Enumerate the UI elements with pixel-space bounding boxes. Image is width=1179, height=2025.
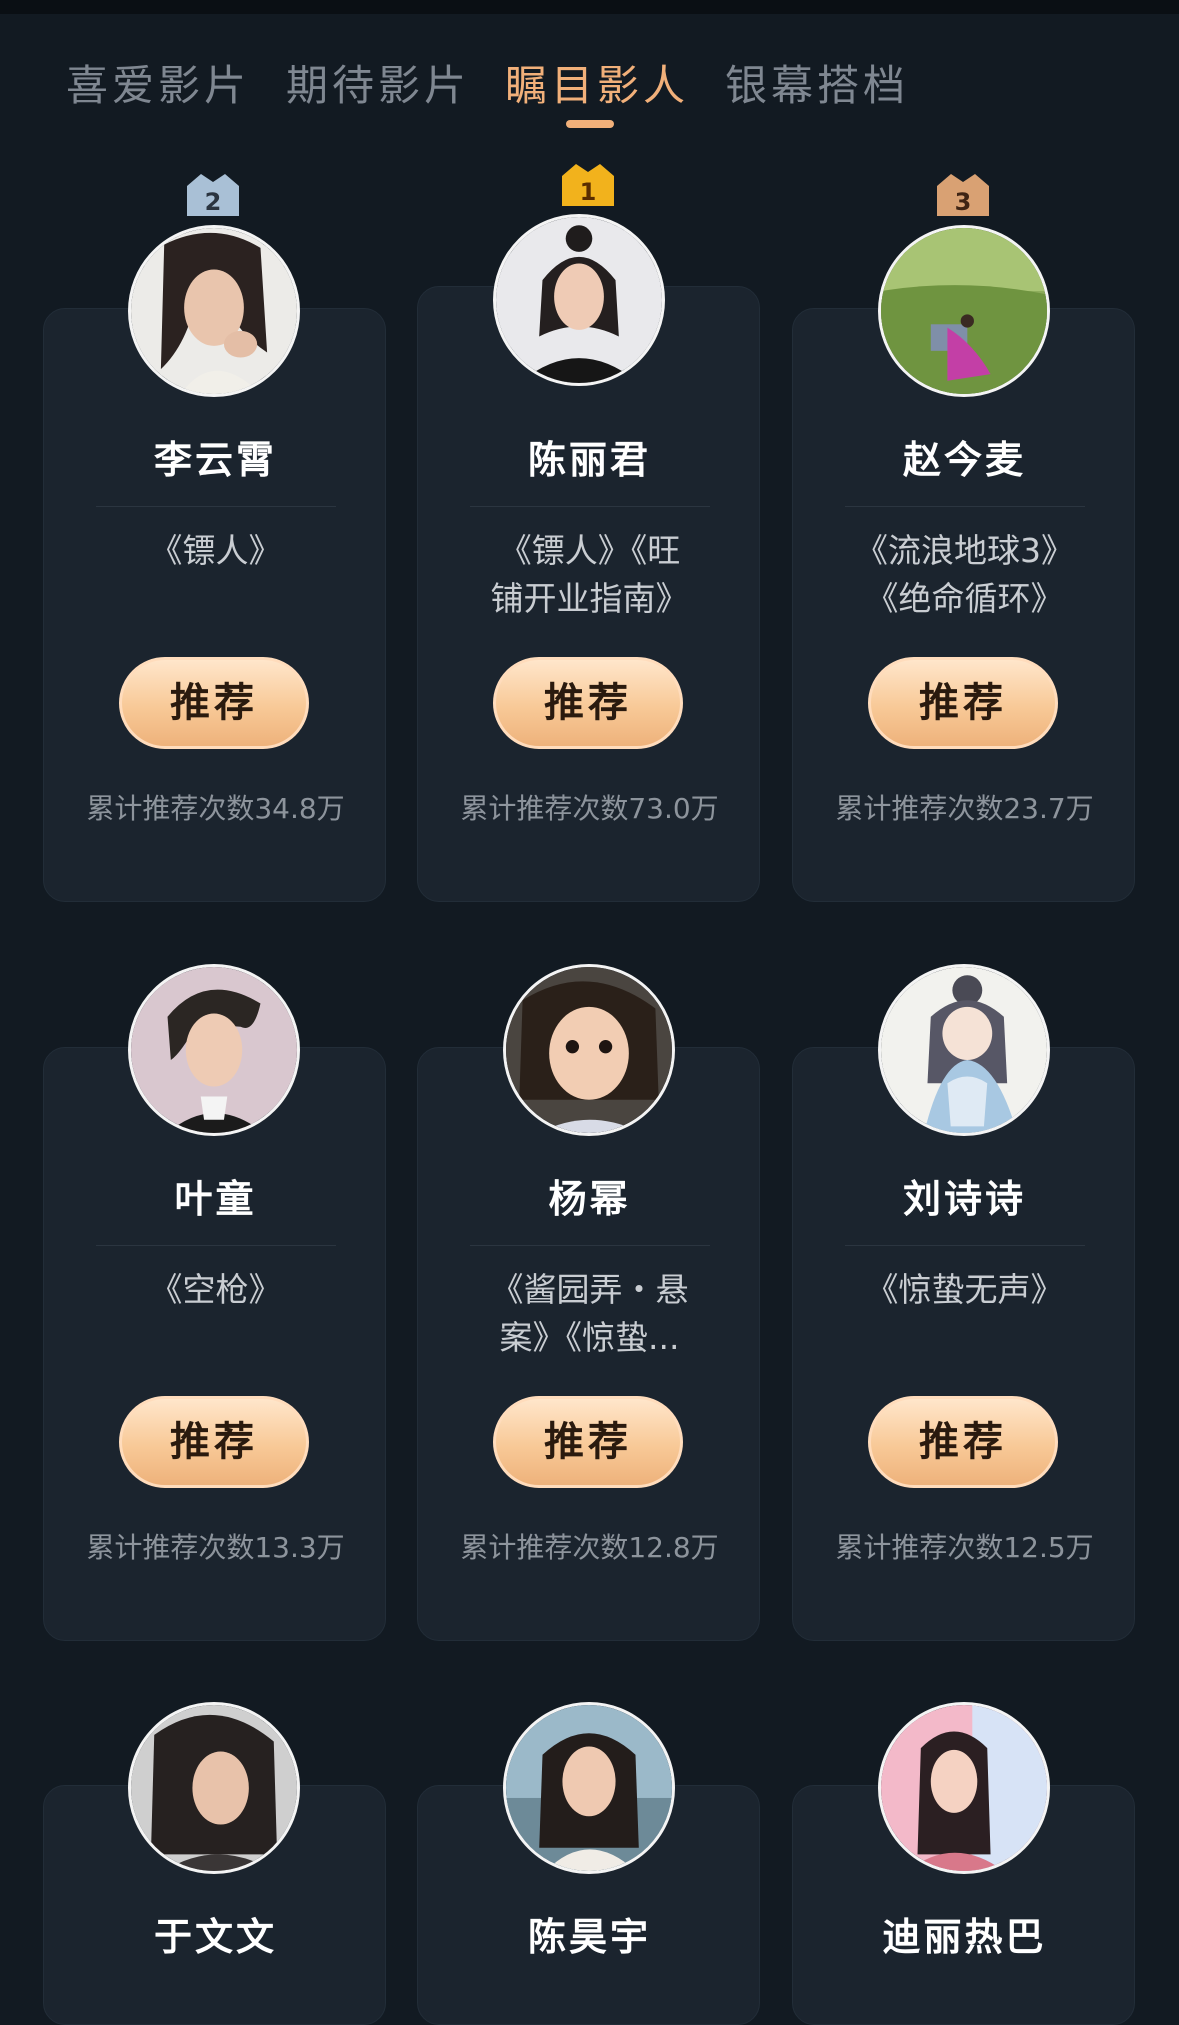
recommend-button[interactable]: 推荐 bbox=[868, 657, 1058, 749]
rank-1-crown-icon: 1 bbox=[560, 160, 616, 208]
avatar[interactable] bbox=[878, 225, 1050, 397]
tab-spotlight-people[interactable]: 瞩目影人 bbox=[505, 52, 689, 113]
person-works: 《惊蛰无声》 bbox=[865, 1270, 1064, 1309]
tab-screen-partners[interactable]: 银幕搭档 bbox=[725, 52, 909, 113]
person-card: 李云霄 《镖人》 推荐 累计推荐次数34.8万 bbox=[43, 308, 386, 902]
avatar[interactable] bbox=[128, 1702, 300, 1874]
person-name: 迪丽热巴 bbox=[882, 1915, 1047, 1959]
recommend-count: 累计推荐次数13.3万 bbox=[86, 1531, 345, 1564]
divider bbox=[470, 506, 710, 507]
recommend-button[interactable]: 推荐 bbox=[868, 1396, 1058, 1488]
avatar[interactable] bbox=[503, 964, 675, 1136]
avatar[interactable] bbox=[128, 964, 300, 1136]
person-name: 于文文 bbox=[153, 1915, 277, 1959]
person-works: 《空枪》 bbox=[149, 1270, 282, 1309]
avatar[interactable] bbox=[503, 1702, 675, 1874]
person-card: 叶童 《空枪》 推荐 累计推荐次数13.3万 bbox=[43, 1047, 386, 1641]
recommend-button[interactable]: 推荐 bbox=[493, 1396, 683, 1488]
person-works: 《镖人》《旺 铺开业指南》 bbox=[490, 531, 689, 618]
person-name: 陈昊宇 bbox=[527, 1915, 651, 1959]
recommend-button[interactable]: 推荐 bbox=[119, 657, 309, 749]
person-name: 赵今麦 bbox=[902, 438, 1026, 482]
active-tab-indicator bbox=[566, 120, 614, 128]
svg-text:1: 1 bbox=[580, 178, 597, 206]
divider bbox=[96, 1245, 336, 1246]
recommend-count: 累计推荐次数12.5万 bbox=[835, 1531, 1094, 1564]
tab-favorite-films[interactable]: 喜爱影片 bbox=[66, 52, 250, 113]
person-works: 《酱园弄・悬 案》《惊蛰... bbox=[490, 1270, 689, 1357]
person-works: 《镖人》 bbox=[149, 531, 282, 570]
svg-text:3: 3 bbox=[955, 188, 972, 216]
recommend-count: 累计推荐次数73.0万 bbox=[460, 792, 719, 825]
person-card: 杨幂 《酱园弄・悬 案》《惊蛰... 推荐 累计推荐次数12.8万 bbox=[417, 1047, 760, 1641]
divider bbox=[96, 506, 336, 507]
person-name: 叶童 bbox=[174, 1177, 257, 1221]
person-name: 陈丽君 bbox=[527, 438, 651, 482]
avatar[interactable] bbox=[878, 964, 1050, 1136]
recommend-count: 累计推荐次数12.8万 bbox=[460, 1531, 719, 1564]
avatar[interactable] bbox=[493, 214, 665, 386]
rank-3-crown-icon: 3 bbox=[935, 170, 991, 218]
recommend-count: 累计推荐次数34.8万 bbox=[86, 792, 345, 825]
avatar[interactable] bbox=[878, 1702, 1050, 1874]
divider bbox=[845, 506, 1085, 507]
rank-2-crown-icon: 2 bbox=[185, 170, 241, 218]
divider bbox=[470, 1245, 710, 1246]
svg-text:2: 2 bbox=[205, 188, 222, 216]
divider bbox=[845, 1245, 1085, 1246]
person-card: 赵今麦 《流浪地球3》 《绝命循环》 推荐 累计推荐次数23.7万 bbox=[792, 308, 1135, 902]
person-card: 刘诗诗 《惊蛰无声》 推荐 累计推荐次数12.5万 bbox=[792, 1047, 1135, 1641]
recommend-count: 累计推荐次数23.7万 bbox=[835, 792, 1094, 825]
person-name: 杨幂 bbox=[548, 1177, 631, 1221]
person-works: 《流浪地球3》 《绝命循环》 bbox=[855, 531, 1074, 618]
person-name: 李云霄 bbox=[153, 438, 277, 482]
avatar[interactable] bbox=[128, 225, 300, 397]
tab-expected-films[interactable]: 期待影片 bbox=[286, 52, 470, 113]
recommend-button[interactable]: 推荐 bbox=[119, 1396, 309, 1488]
status-bar-strip bbox=[0, 0, 1179, 14]
recommend-button[interactable]: 推荐 bbox=[493, 657, 683, 749]
person-name: 刘诗诗 bbox=[902, 1177, 1026, 1221]
